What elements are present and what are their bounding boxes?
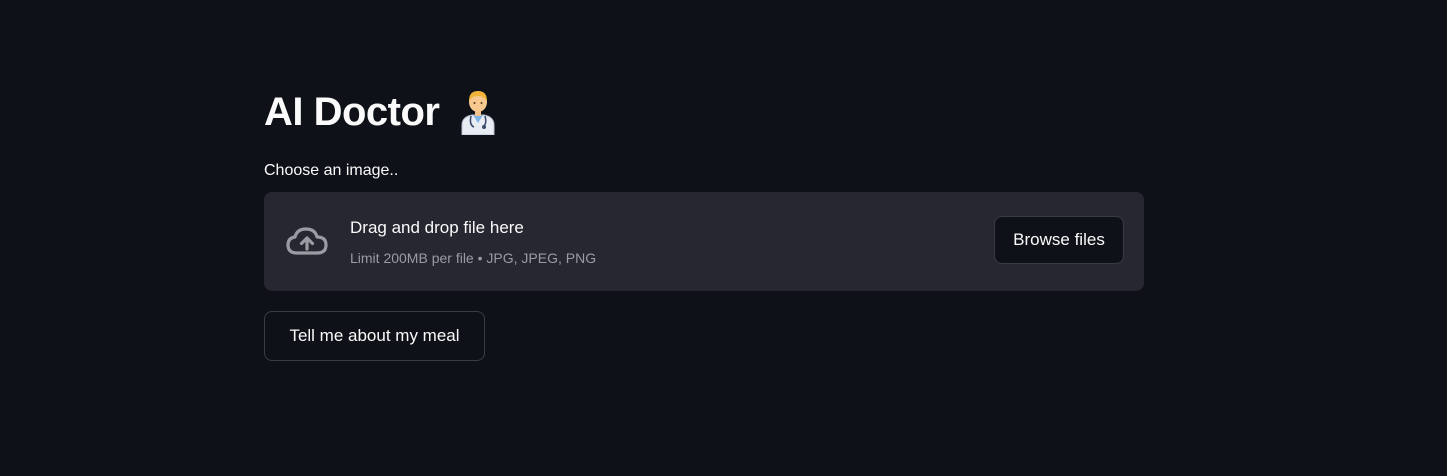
file-limit-text: Limit 200MB per file • JPG, JPEG, PNG [350, 250, 597, 266]
title-row: AI Doctor [264, 84, 498, 140]
doctor-emoji-icon [458, 89, 498, 136]
dropzone-instructions: Drag and drop file here [350, 218, 524, 237]
dropzone-text: Drag and drop file here Limit 200MB per … [350, 216, 596, 267]
tell-me-about-meal-button[interactable]: Tell me about my meal [264, 311, 485, 361]
uploader-label: Choose an image.. [264, 162, 399, 179]
browse-files-button[interactable]: Browse files [994, 216, 1124, 264]
page-title: AI Doctor [264, 89, 440, 134]
cloud-upload-icon [284, 221, 330, 261]
file-dropzone[interactable]: Drag and drop file here Limit 200MB per … [264, 192, 1144, 291]
